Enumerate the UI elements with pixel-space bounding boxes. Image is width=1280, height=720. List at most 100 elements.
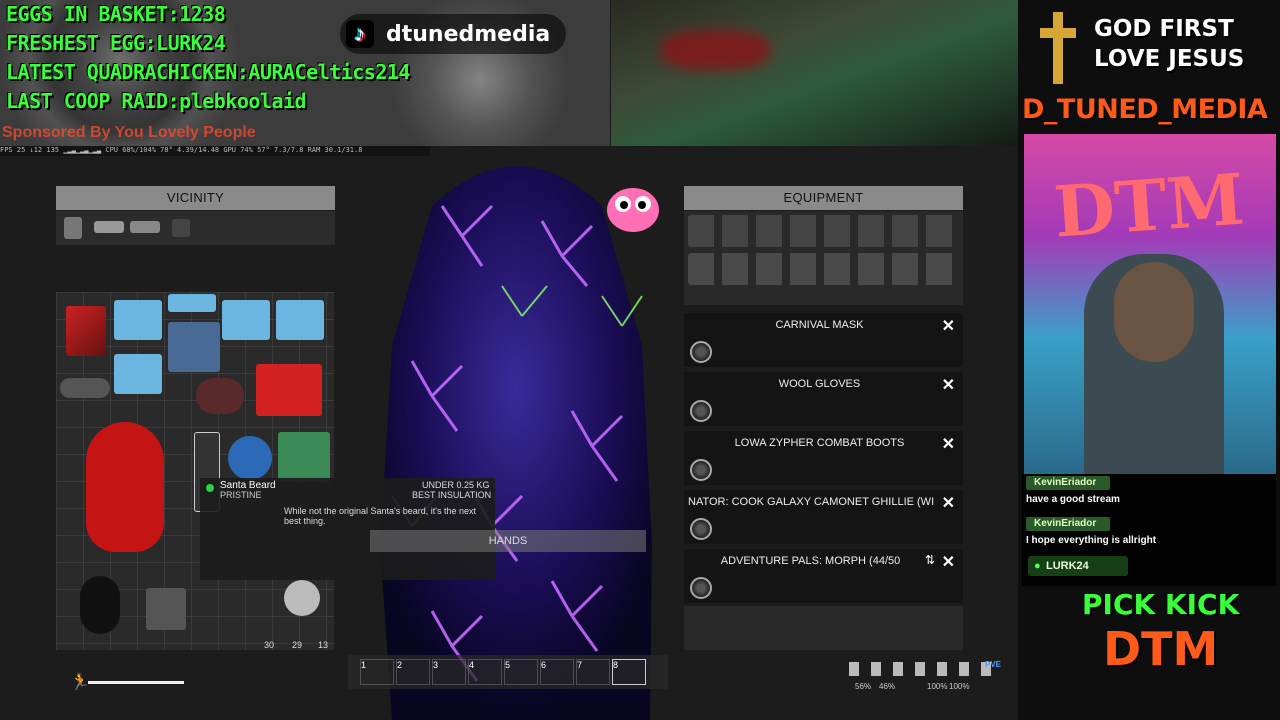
chat-message: I hope everything is allright — [1026, 535, 1157, 546]
gift-box-icon[interactable] — [276, 300, 324, 340]
close-icon[interactable]: ✕ — [942, 493, 955, 513]
chat-message: have a good stream — [1026, 494, 1120, 505]
duct-tape-icon[interactable] — [284, 580, 320, 616]
tiktok-handle: dtunedmedia — [386, 21, 551, 47]
red-pistol-icon[interactable] — [66, 306, 106, 356]
item-dial-icon[interactable] — [690, 518, 712, 540]
stat-quadrachicken: LATEST QUADRACHICKEN:AURACeltics214 — [6, 60, 410, 84]
crate-icon[interactable] — [94, 221, 124, 233]
vicinity-header: VICINITY — [56, 186, 335, 210]
room-camera — [611, 0, 1018, 146]
quickbar-slot[interactable]: 8 — [612, 659, 646, 685]
equipment-item-wool-gloves[interactable]: WOOL GLOVES ✕ — [684, 372, 963, 426]
item-count: 30 — [264, 640, 275, 650]
love-jesus-text: LOVE JESUS — [1094, 46, 1245, 72]
equipment-slots[interactable] — [684, 211, 963, 305]
sponsor-text: Sponsored By You Lovely People — [2, 124, 256, 141]
channel-name: D_TUNED_MEDIA — [1022, 94, 1268, 125]
stat-coop-raid: LAST COOP RAID:plebkoolaid — [6, 89, 307, 113]
equipment-item-ghillie[interactable]: NATOR: COOK GALAXY CAMONET GHILLIE (WIN … — [684, 490, 963, 544]
gift-box-icon[interactable] — [222, 300, 270, 340]
status-value: 56% — [855, 682, 872, 691]
equipment-slot-row[interactable] — [688, 253, 958, 285]
close-icon[interactable]: ✕ — [942, 316, 955, 336]
pick-kick-text: PICK KICK — [1082, 588, 1240, 621]
chat-badge: ● LURK24 — [1028, 556, 1128, 576]
god-first-text: GOD FIRST — [1094, 16, 1234, 42]
badge-dot-icon: ● — [1034, 560, 1041, 572]
room-camera-pillow — [660, 30, 770, 70]
pve-label: PVE — [985, 660, 1002, 669]
item-dial-icon[interactable] — [690, 577, 712, 599]
quickbar-slot[interactable]: 2 — [396, 659, 430, 685]
balaclava-icon[interactable] — [80, 576, 120, 634]
vicinity-items[interactable] — [56, 211, 335, 245]
hands-slot[interactable]: HANDS — [370, 530, 646, 552]
dtm-logo-text: DTM — [1103, 622, 1219, 676]
santa-suit-icon[interactable] — [86, 422, 164, 552]
santa-hat-icon[interactable] — [60, 378, 110, 398]
tree-sweater-icon[interactable] — [278, 432, 330, 482]
tiktok-badge: ♪ dtunedmedia — [340, 14, 566, 54]
cross-icon — [1040, 12, 1076, 84]
tooltip-condition: PRISTINE — [220, 490, 262, 500]
item-dial-icon[interactable] — [690, 459, 712, 481]
item-dial-icon[interactable] — [690, 400, 712, 422]
status-value: 100% — [949, 682, 970, 691]
chat-username: KevinEriador — [1026, 476, 1110, 490]
swap-icon[interactable]: ⇅ — [925, 553, 935, 567]
close-icon[interactable]: ✕ — [942, 552, 955, 572]
chat-username: KevinEriador — [1026, 517, 1110, 531]
item-count: 29 — [292, 640, 303, 650]
gift-box-icon[interactable] — [168, 294, 216, 312]
status-value: 46% — [879, 682, 896, 691]
pink-blob-icon — [607, 188, 659, 232]
tooltip-description: While not the original Santa's beard, it… — [284, 506, 477, 526]
tooltip-weight: UNDER 0.25 KG — [422, 480, 490, 490]
gift-box-icon[interactable] — [114, 300, 162, 340]
condition-dot-icon — [206, 484, 214, 492]
status-icons-row — [849, 662, 999, 676]
performance-overlay: FPS 25 ↓12 135 ▁▂▃▁▂▃▁▂▃ CPU 68%/104% 78… — [0, 146, 430, 156]
webcam-neon-sign: DTM — [1051, 157, 1247, 254]
streamer-webcam: DTM — [1024, 134, 1276, 474]
stat-eggs: EGGS IN BASKET:1238 — [6, 2, 226, 26]
container-icon[interactable] — [172, 219, 190, 237]
bench-icon[interactable] — [130, 221, 160, 233]
equipment-item-backpack[interactable]: ADVENTURE PALS: MORPH (44/50 ⇅ ✕ — [684, 549, 963, 603]
tiktok-icon: ♪ — [346, 20, 374, 48]
antlers-icon[interactable] — [196, 378, 244, 414]
quickbar-slot[interactable]: 1 — [360, 659, 394, 685]
candy-cane-icon[interactable] — [168, 322, 220, 372]
gift-box-icon[interactable] — [114, 354, 162, 394]
item-tooltip: Santa Beard PRISTINE UNDER 0.25 KG BEST … — [200, 478, 495, 580]
inventory-grid[interactable]: 30 29 13 — [56, 292, 334, 650]
equipment-item-carnival-mask[interactable]: CARNIVAL MASK ✕ — [684, 313, 963, 367]
close-icon[interactable]: ✕ — [942, 434, 955, 454]
tooltip-property: BEST INSULATION — [412, 490, 492, 500]
equipment-item-label: CARNIVAL MASK — [775, 319, 864, 331]
quickbar-slot[interactable]: 4 — [468, 659, 502, 685]
equipment-item-label: ADVENTURE PALS: MORPH (44/50 — [720, 555, 901, 567]
lamp-icon[interactable] — [64, 217, 82, 239]
equipment-item-label: WOOL GLOVES — [778, 378, 861, 390]
streamer-head — [1114, 262, 1194, 362]
ornament-icon[interactable] — [228, 436, 272, 480]
item-count: 13 — [318, 640, 329, 650]
close-icon[interactable]: ✕ — [942, 375, 955, 395]
equipment-item-boots[interactable]: LOWA ZYPHER COMBAT BOOTS ✕ — [684, 431, 963, 485]
first-aid-kit-icon[interactable] — [256, 364, 322, 416]
stat-freshest-egg: FRESHEST EGG:LURK24 — [6, 31, 226, 55]
quickbar-slot[interactable]: 7 — [576, 659, 610, 685]
quickbar-slot[interactable]: 5 — [504, 659, 538, 685]
stamina-runner-icon: 🏃 — [70, 674, 90, 691]
quickbar[interactable]: 1 2 3 4 5 6 7 8 — [348, 655, 668, 689]
item-dial-icon[interactable] — [690, 341, 712, 363]
quickbar-slot[interactable]: 3 — [432, 659, 466, 685]
quickbar-slot[interactable]: 6 — [540, 659, 574, 685]
equipment-slot-row[interactable] — [688, 215, 958, 247]
backpack-contents[interactable] — [684, 606, 963, 650]
equipment-header: EQUIPMENT — [684, 186, 963, 210]
equipment-item-label: NATOR: COOK GALAXY CAMONET GHILLIE (WIN — [688, 496, 935, 508]
gloves-icon[interactable] — [146, 588, 186, 630]
